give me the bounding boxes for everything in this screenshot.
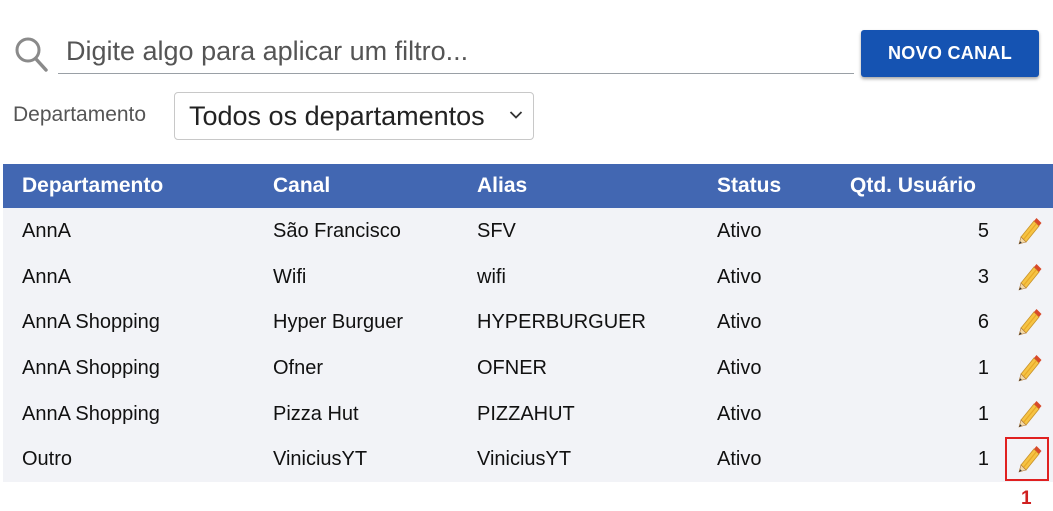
- table-body: AnnA São Francisco SFV Ativo 5 AnnA Wifi…: [3, 208, 1053, 483]
- channels-table: Departamento Canal Alias Status Qtd. Usu…: [3, 164, 1053, 483]
- pencil-edit-icon[interactable]: [1015, 261, 1045, 291]
- department-select-value: Todos os departamentos: [189, 100, 485, 131]
- cell-qtd-usuario: 5: [977, 220, 989, 242]
- table-row: AnnA Shopping Pizza Hut PIZZAHUT Ativo 1: [3, 391, 1053, 437]
- search-input[interactable]: [58, 30, 854, 74]
- table-row: Outro ViniciusYT ViniciusYT Ativo 1: [3, 436, 1053, 482]
- column-header-canal[interactable]: Canal: [273, 174, 330, 198]
- cell-qtd-usuario: 1: [977, 357, 989, 380]
- pencil-edit-icon[interactable]: [1015, 306, 1045, 336]
- column-header-status[interactable]: Status: [717, 174, 781, 198]
- edit-highlight-box: [1005, 437, 1049, 481]
- cell-qtd-usuario: 1: [977, 448, 989, 471]
- cell-alias: HYPERBURGUER: [477, 311, 646, 334]
- cell-departamento: AnnA: [22, 265, 71, 288]
- cell-departamento: AnnA Shopping: [22, 402, 160, 425]
- cell-alias: ViniciusYT: [477, 448, 572, 471]
- cell-status: Ativo: [717, 265, 762, 288]
- cell-status: Ativo: [717, 448, 762, 471]
- cell-status: Ativo: [717, 402, 762, 425]
- pencil-edit-icon[interactable]: [1015, 215, 1045, 245]
- table-row: AnnA Wifi wifi Ativo 3: [3, 254, 1053, 300]
- cell-alias: OFNER: [477, 357, 547, 380]
- cell-canal: Wifi: [273, 265, 307, 288]
- cell-departamento: AnnA Shopping: [22, 311, 160, 334]
- chevron-down-icon: [509, 111, 523, 119]
- new-channel-button[interactable]: NOVO CANAL: [861, 30, 1039, 77]
- table-row: AnnA Shopping Hyper Burguer HYPERBURGUER…: [3, 299, 1053, 345]
- cell-canal: ViniciusYT: [273, 448, 368, 471]
- department-select[interactable]: Todos os departamentos: [174, 92, 534, 140]
- cell-qtd-usuario: 3: [977, 265, 989, 288]
- column-header-departamento[interactable]: Departamento: [22, 174, 163, 198]
- cell-canal: Hyper Burguer: [273, 311, 404, 334]
- cell-alias: SFV: [477, 220, 516, 242]
- cell-status: Ativo: [717, 311, 762, 334]
- cell-status: Ativo: [717, 220, 762, 242]
- cell-qtd-usuario: 1: [977, 402, 989, 425]
- cell-status: Ativo: [717, 357, 762, 380]
- department-filter-label: Departamento: [13, 103, 147, 126]
- table-header: Departamento Canal Alias Status Qtd. Usu…: [3, 164, 1053, 208]
- cell-qtd-usuario: 6: [977, 311, 989, 334]
- table-row: AnnA Shopping Ofner OFNER Ativo 1: [3, 345, 1053, 391]
- table-row: AnnA São Francisco SFV Ativo 5: [3, 208, 1053, 254]
- cell-alias: wifi: [477, 265, 506, 288]
- cell-canal: Ofner: [273, 357, 324, 380]
- cell-departamento: AnnA: [22, 220, 71, 242]
- cell-canal: Pizza Hut: [273, 402, 359, 425]
- column-header-qtd-usuario[interactable]: Qtd. Usuário: [850, 174, 976, 198]
- pencil-edit-icon[interactable]: [1015, 352, 1045, 382]
- cell-departamento: AnnA Shopping: [22, 357, 160, 380]
- cell-canal: São Francisco: [273, 220, 401, 242]
- pencil-edit-icon[interactable]: [1015, 398, 1045, 428]
- cell-departamento: Outro: [22, 448, 73, 471]
- cell-alias: PIZZAHUT: [477, 402, 575, 425]
- search-icon: [15, 37, 48, 72]
- annotation-marker: 1: [1021, 488, 1032, 509]
- column-header-alias[interactable]: Alias: [477, 174, 527, 198]
